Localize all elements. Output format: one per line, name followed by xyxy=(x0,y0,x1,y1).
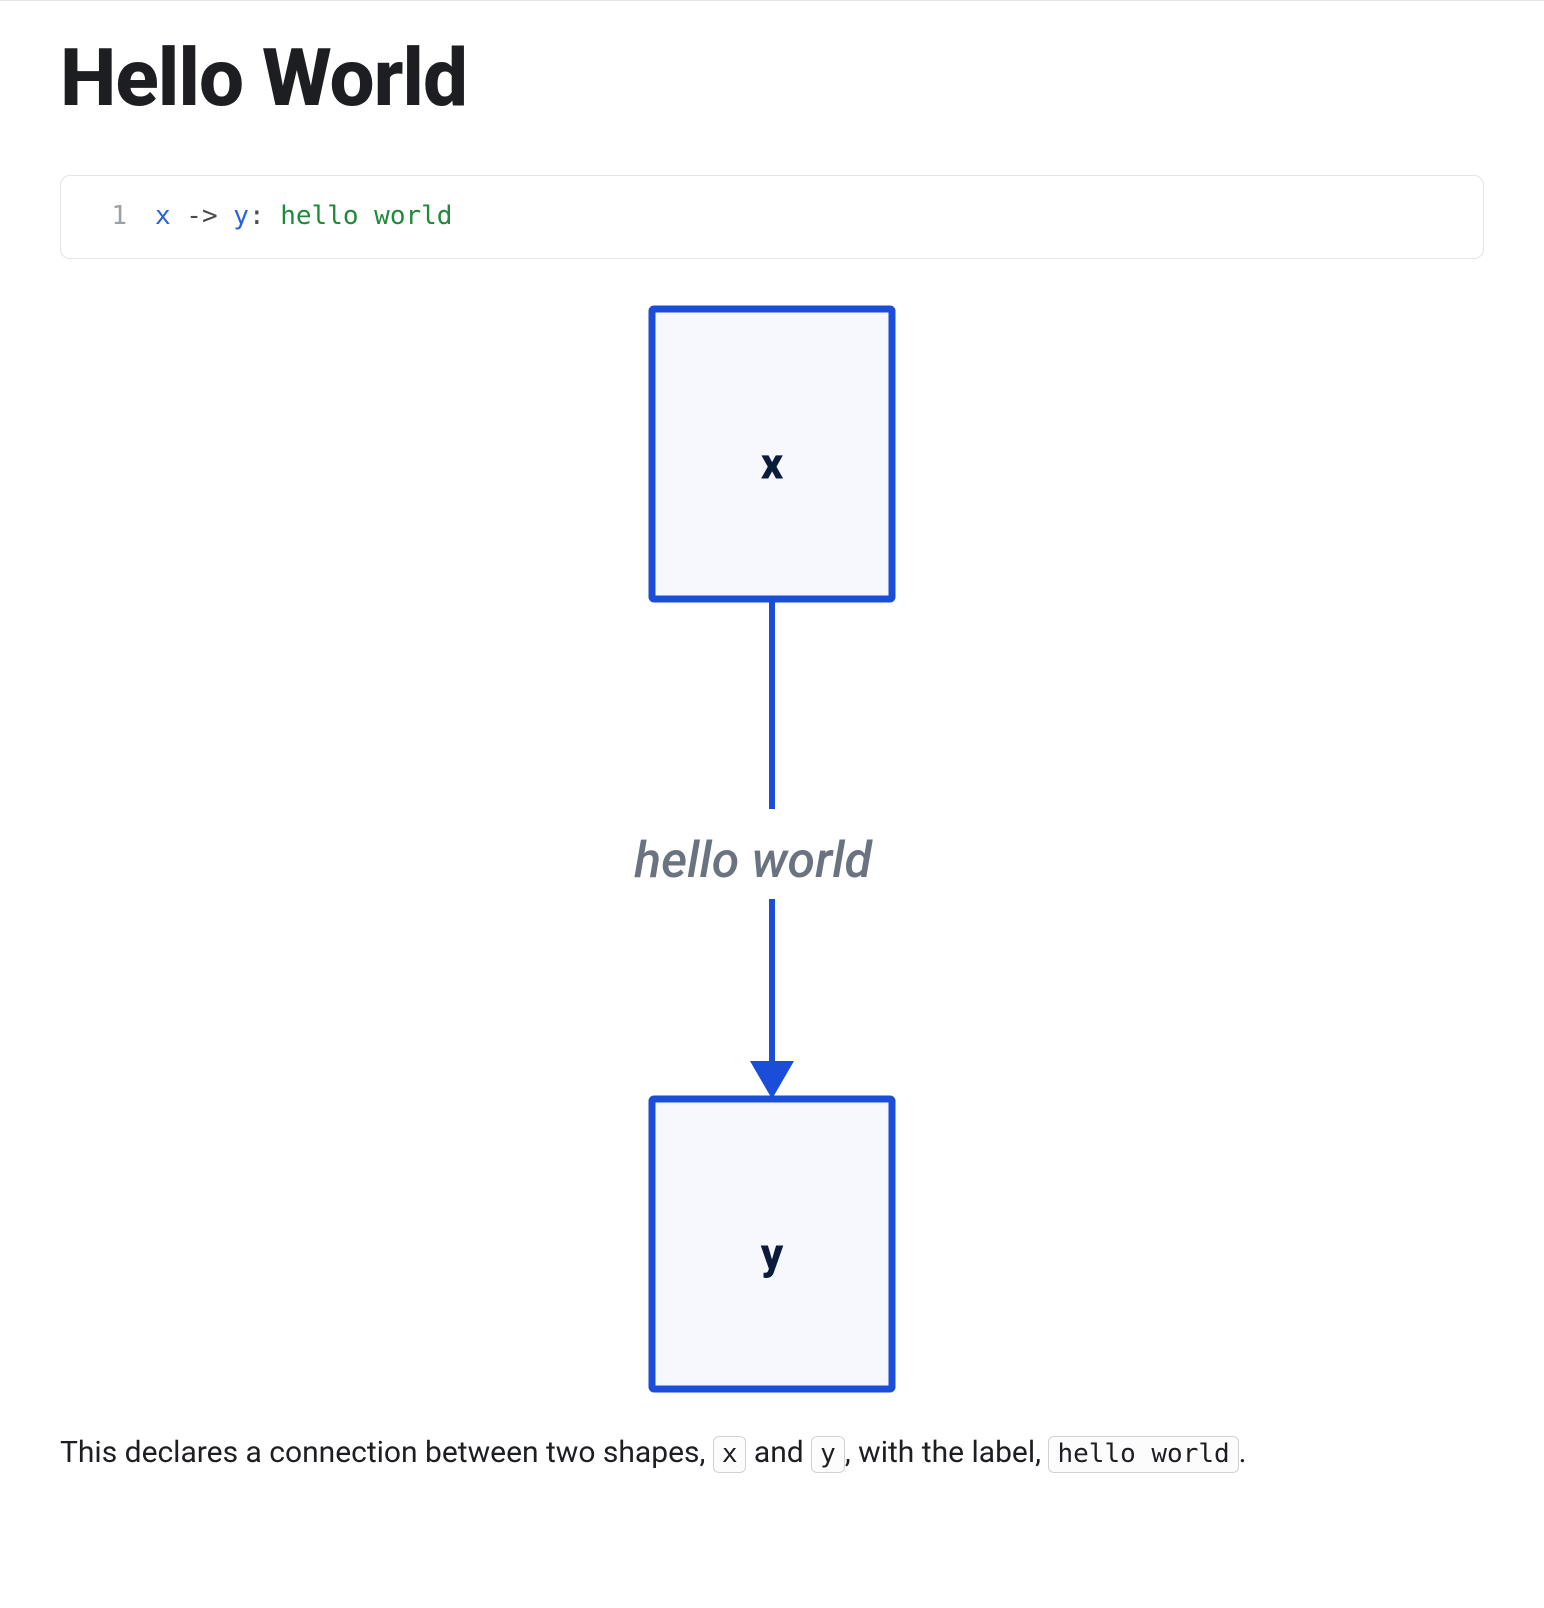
caption-text-1: This declares a connection between two s… xyxy=(60,1435,713,1470)
diagram-edge-label: hello world xyxy=(634,832,873,890)
code-line: 1 x -> y : hello world xyxy=(61,176,1483,258)
caption-text-4: . xyxy=(1239,1435,1247,1470)
caption-text-2: and xyxy=(746,1435,811,1470)
code-token-var-x: x xyxy=(155,200,171,234)
code-token-label: hello world xyxy=(280,200,452,234)
line-number: 1 xyxy=(87,200,127,234)
caption-text-3: , with the label, xyxy=(845,1435,1049,1470)
diagram-node-y-label: y xyxy=(760,1227,784,1279)
code-block: 1 x -> y : hello world xyxy=(60,175,1484,259)
arrow-down-icon xyxy=(750,1061,794,1099)
caption-code-y: y xyxy=(811,1436,845,1473)
code-token-arrow: -> xyxy=(171,200,234,234)
diagram-node-x-label: x xyxy=(761,437,784,489)
code-token-colon: : xyxy=(249,200,280,234)
page-title: Hello World xyxy=(60,31,1484,125)
diagram-svg: x hello world y xyxy=(522,299,1022,1399)
page: Hello World 1 x -> y : hello world x hel… xyxy=(0,0,1544,1547)
caption-code-label: hello world xyxy=(1048,1436,1238,1473)
caption-code-x: x xyxy=(713,1436,747,1473)
caption: This declares a connection between two s… xyxy=(60,1429,1484,1477)
diagram-container: x hello world y xyxy=(60,299,1484,1399)
code-token-var-y: y xyxy=(233,200,249,234)
